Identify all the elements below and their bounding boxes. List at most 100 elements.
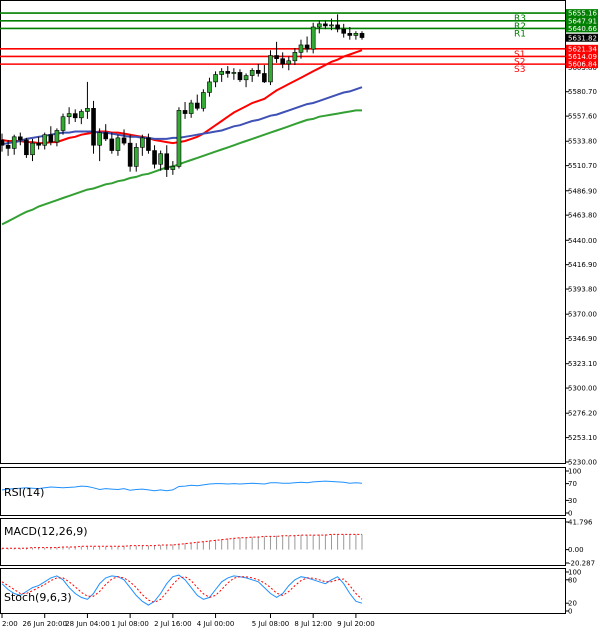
candle-body xyxy=(24,139,29,156)
candle-body xyxy=(310,26,316,50)
candle-body xyxy=(146,137,151,151)
candle-body xyxy=(243,75,249,81)
rsi-title: RSI(14) xyxy=(4,486,44,499)
price-tick-label: 5393.80 xyxy=(568,286,597,294)
price-tick-label: 5346.90 xyxy=(568,335,597,343)
candle-body xyxy=(97,132,102,146)
rsi-tick-label: 30 xyxy=(568,497,577,505)
price-tick-label: 5370.00 xyxy=(568,311,597,319)
macd-tick-label: -20.287 xyxy=(568,560,595,568)
candle-body xyxy=(292,52,298,62)
time-axis-ticks: 2:00 26 Jun 20:0028 Jun 04:00 1 Jul 08:00 2… xyxy=(1,614,375,628)
candle-body xyxy=(30,142,35,156)
pane-frames xyxy=(0,0,566,614)
candle-body xyxy=(182,110,188,114)
pivot-tag-value: 5606.84 xyxy=(568,61,597,69)
candle-body xyxy=(54,130,60,143)
time-tick-label: 2:00 xyxy=(2,620,18,628)
candle-body xyxy=(127,142,133,167)
price-tick-label: 5416.90 xyxy=(568,261,597,269)
price-tick-label: 5253.10 xyxy=(568,434,597,442)
candle-body xyxy=(341,28,346,34)
stoch-tick-label: 100 xyxy=(568,569,581,577)
rsi-tick-label: 0 xyxy=(568,510,572,518)
price-tick-label: 5486.90 xyxy=(568,187,597,195)
stoch-ticks: 10080 200 xyxy=(565,569,581,616)
candle-body xyxy=(213,74,218,83)
candle-body xyxy=(36,142,41,146)
time-tick-label: 26 Jun 20:00 xyxy=(22,620,66,628)
candle-body xyxy=(353,33,359,36)
candle-body xyxy=(280,58,285,65)
candle-body xyxy=(5,144,11,149)
rsi-pane-frame xyxy=(0,467,566,516)
price-axis-ticks: 5655.165647.915640.665631.825621.345614.… xyxy=(565,10,597,467)
time-tick-label: 1 Jul 08:00 xyxy=(111,620,149,628)
candle-body xyxy=(359,33,365,38)
candle-body xyxy=(335,24,340,30)
candle-body xyxy=(176,110,182,167)
candle-body xyxy=(188,102,194,114)
macd-ticks: 41.796 0.00 -20.287 xyxy=(565,519,595,568)
candle-body xyxy=(11,136,17,149)
candle-body xyxy=(286,60,292,65)
rsi-tick-label: 100 xyxy=(568,468,581,476)
candle-body xyxy=(194,102,200,109)
macd-tick-label: 0.00 xyxy=(568,546,584,554)
price-tick-label: 5323.10 xyxy=(568,360,597,368)
candle-body xyxy=(121,137,127,144)
candle-body xyxy=(42,134,48,146)
candle-body xyxy=(48,134,54,143)
candle-body xyxy=(268,55,273,83)
pivot-label-s3: S3 xyxy=(514,65,525,75)
time-tick-label: 8 Jul 12:00 xyxy=(294,620,332,628)
candle-body xyxy=(115,137,121,151)
pivot-tag-value: 5640.66 xyxy=(568,25,597,33)
candle-body xyxy=(60,116,66,131)
candle-body xyxy=(133,147,139,167)
rsi-tick-label: 70 xyxy=(568,480,577,488)
candle-body xyxy=(274,55,279,59)
candle-body xyxy=(255,69,261,74)
macd-title: MACD(12,26,9) xyxy=(4,525,88,538)
pivot-label-r1: R1 xyxy=(514,29,526,39)
candle-body xyxy=(329,24,334,27)
candle-body xyxy=(249,69,255,76)
price-tick-label: 5300.00 xyxy=(568,385,597,393)
time-tick-label: 4 Jul 00:00 xyxy=(197,620,235,628)
price-tick-label: 5463.80 xyxy=(568,212,597,220)
candle-body xyxy=(18,136,23,141)
stoch-title: Stoch(9,6,3) xyxy=(4,591,72,604)
candle-body xyxy=(72,113,78,119)
price-tick-label: 5533.80 xyxy=(568,138,597,146)
candle-body xyxy=(140,137,145,148)
time-tick-label: 5 Jul 08:00 xyxy=(252,620,290,628)
price-tick-label: 5276.20 xyxy=(568,410,597,418)
price-tick-label: 5557.60 xyxy=(568,113,597,121)
macd-tick-label: 41.796 xyxy=(568,519,593,527)
candle-body xyxy=(237,72,243,81)
candle-body xyxy=(170,166,176,170)
candle-body xyxy=(66,113,72,118)
candle-body xyxy=(91,108,96,146)
time-tick-label: 2 Jul 16:00 xyxy=(154,620,192,628)
candle-body xyxy=(347,33,353,36)
candle-body xyxy=(103,132,109,140)
candle-body xyxy=(231,72,237,74)
candle-body xyxy=(0,139,5,146)
price-tick-label: 5580.70 xyxy=(568,88,597,96)
chart-canvas: 5655.165647.915640.665631.825621.345614.… xyxy=(0,0,598,628)
price-tick-label: 5230.00 xyxy=(568,459,597,467)
stoch-tick-label: 0 xyxy=(568,608,572,616)
candle-body xyxy=(207,81,212,93)
candle-body xyxy=(164,153,170,170)
candle-body xyxy=(158,153,163,165)
candle-body xyxy=(323,23,328,27)
rsi-ticks: 100 70 30 0 xyxy=(565,468,581,518)
candle-body xyxy=(316,23,322,28)
price-tick-label: 5510.70 xyxy=(568,162,597,170)
candle-body xyxy=(219,71,224,75)
stoch-tick-label: 20 xyxy=(568,600,577,608)
candle-body xyxy=(298,44,304,53)
time-tick-label: 28 Jun 04:00 xyxy=(65,620,109,628)
